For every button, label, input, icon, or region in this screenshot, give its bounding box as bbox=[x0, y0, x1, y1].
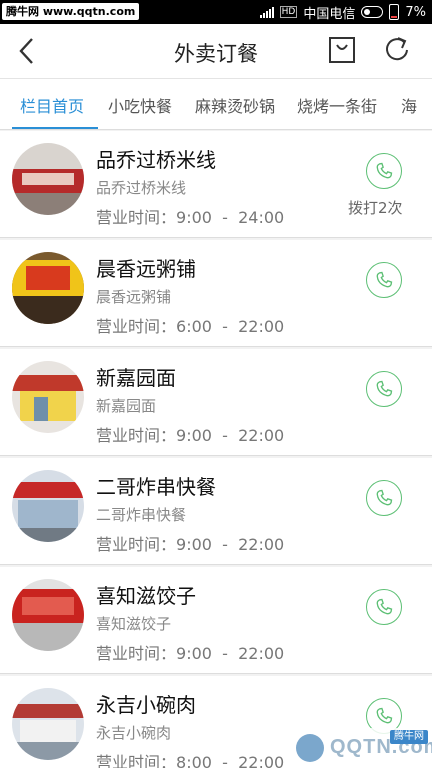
page-title: 外卖订餐 bbox=[174, 42, 258, 66]
phone-icon bbox=[376, 707, 393, 724]
watermark-logo-icon bbox=[296, 734, 324, 762]
network-badge: HD bbox=[279, 6, 298, 18]
business-hours: 营业时间：9:00 - 22:00 bbox=[96, 535, 285, 554]
restaurant-row[interactable]: 喜知滋饺子 喜知滋饺子 营业时间：9:00 - 22:00 bbox=[0, 567, 432, 674]
restaurant-subtitle: 永吉小碗肉 bbox=[96, 724, 172, 742]
status-bar: 腾牛网 www.qqtn.com HD 中国电信 7% bbox=[0, 0, 432, 24]
restaurant-subtitle: 喜知滋饺子 bbox=[96, 615, 172, 633]
phone-call-button[interactable] bbox=[366, 371, 402, 407]
watermark-overlay: QQTN.com 腾牛网 bbox=[290, 728, 432, 768]
restaurant-subtitle: 品乔过桥米线 bbox=[96, 179, 187, 197]
battery-percent: 7% bbox=[405, 4, 426, 20]
restaurant-photo bbox=[12, 579, 84, 651]
restaurant-name: 二哥炸串快餐 bbox=[96, 475, 216, 499]
restaurant-subtitle: 晨香远粥铺 bbox=[96, 288, 172, 306]
category-tabs: 栏目首页 小吃快餐 麻辣烫砂锅 烧烤一条街 海 bbox=[0, 78, 432, 130]
business-hours: 营业时间：9:00 - 22:00 bbox=[96, 426, 285, 445]
cart-button[interactable] bbox=[328, 36, 356, 64]
business-hours: 营业时间：8:00 - 22:00 bbox=[96, 753, 285, 768]
phone-call-button[interactable] bbox=[366, 153, 402, 189]
watermark-badge: 腾牛网 bbox=[390, 730, 428, 744]
bag-icon bbox=[329, 37, 355, 63]
phone-icon bbox=[376, 380, 393, 397]
status-indicators: HD 中国电信 7% bbox=[259, 0, 426, 24]
call-status-icon bbox=[361, 6, 384, 18]
phone-call-button[interactable] bbox=[366, 480, 402, 516]
signal-icon bbox=[259, 6, 274, 18]
phone-call-button[interactable] bbox=[366, 589, 402, 625]
restaurant-name: 喜知滋饺子 bbox=[96, 584, 196, 608]
restaurant-row[interactable]: 二哥炸串快餐 二哥炸串快餐 营业时间：9:00 - 22:00 bbox=[0, 458, 432, 565]
restaurant-photo bbox=[12, 688, 84, 760]
watermark-label: 腾牛网 www.qqtn.com bbox=[2, 3, 140, 20]
restaurant-subtitle: 新嘉园面 bbox=[96, 397, 157, 415]
restaurant-row[interactable]: 晨香远粥铺 晨香远粥铺 营业时间：6:00 - 22:00 bbox=[0, 240, 432, 347]
tab-malatang[interactable]: 麻辣烫砂锅 bbox=[195, 93, 275, 117]
tab-home[interactable]: 栏目首页 bbox=[20, 93, 84, 117]
tab-snacks[interactable]: 小吃快餐 bbox=[108, 93, 172, 117]
restaurant-row[interactable]: 品乔过桥米线 品乔过桥米线 营业时间：9:00 - 24:00 拨打2次 bbox=[0, 131, 432, 238]
business-hours: 营业时间：9:00 - 22:00 bbox=[96, 644, 285, 663]
restaurant-row[interactable]: 新嘉园面 新嘉园面 营业时间：9:00 - 22:00 bbox=[0, 349, 432, 456]
refresh-icon bbox=[386, 37, 408, 61]
phone-icon bbox=[376, 271, 393, 288]
call-count: 拨打2次 bbox=[348, 199, 403, 217]
tab-bbq[interactable]: 烧烤一条街 bbox=[297, 93, 377, 117]
restaurant-photo bbox=[12, 361, 84, 433]
restaurant-photo bbox=[12, 252, 84, 324]
restaurant-name: 品乔过桥米线 bbox=[96, 148, 216, 172]
restaurant-name: 永吉小碗肉 bbox=[96, 693, 196, 717]
active-tab-indicator bbox=[12, 127, 98, 129]
business-hours: 营业时间：9:00 - 24:00 bbox=[96, 208, 285, 227]
phone-icon bbox=[376, 598, 393, 615]
tab-seafood[interactable]: 海 bbox=[401, 93, 417, 117]
phone-icon bbox=[376, 162, 393, 179]
restaurant-photo bbox=[12, 143, 84, 215]
phone-icon bbox=[376, 489, 393, 506]
carrier-label: 中国电信 bbox=[303, 6, 356, 22]
business-hours: 营业时间：6:00 - 22:00 bbox=[96, 317, 285, 336]
refresh-button[interactable] bbox=[382, 34, 412, 64]
restaurant-photo bbox=[12, 470, 84, 542]
phone-call-button[interactable] bbox=[366, 262, 402, 298]
app-header: 外卖订餐 bbox=[0, 24, 432, 78]
battery-icon bbox=[389, 4, 400, 20]
restaurant-subtitle: 二哥炸串快餐 bbox=[96, 506, 187, 524]
restaurant-name: 新嘉园面 bbox=[96, 366, 176, 390]
restaurant-name: 晨香远粥铺 bbox=[96, 257, 196, 281]
